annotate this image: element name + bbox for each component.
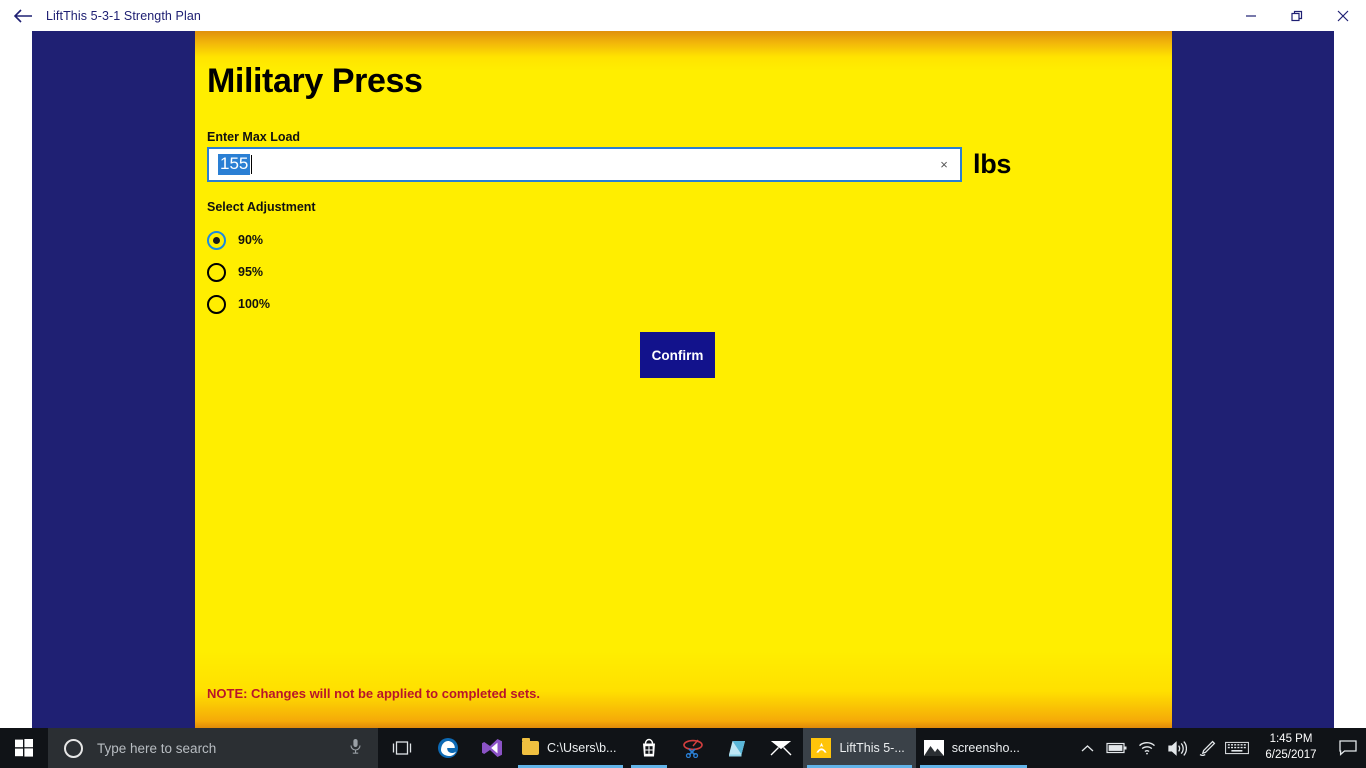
search-placeholder: Type here to search: [97, 740, 217, 756]
back-button[interactable]: [0, 0, 46, 31]
search-input[interactable]: Type here to search: [48, 728, 378, 768]
radio-option-90[interactable]: 90%: [207, 224, 270, 256]
taskbar-item-mail[interactable]: [759, 728, 803, 768]
liftthis-icon: [811, 738, 832, 758]
radio-option-95[interactable]: 95%: [207, 256, 270, 288]
content-page: Military Press Enter Max Load 155 × lbs …: [195, 31, 1172, 728]
cortana-circle-icon: [64, 738, 83, 758]
radio-mark-icon: [207, 262, 226, 282]
application-window: LiftThis 5-3-1 Strength Plan Military Pr…: [0, 0, 1366, 728]
radio-mark-icon: [207, 294, 226, 314]
windows-start-icon[interactable]: [0, 728, 48, 768]
keyboard-icon[interactable]: [1222, 728, 1252, 768]
title-bar: LiftThis 5-3-1 Strength Plan: [0, 0, 1366, 31]
taskbar-item-file-explorer[interactable]: C:\Users\b...: [514, 728, 627, 768]
system-tray: 1:45 PM 6/25/2017: [1072, 728, 1366, 768]
taskbar-item-photos[interactable]: screensho...: [916, 728, 1031, 768]
close-button[interactable]: [1320, 0, 1366, 31]
unit-label: lbs: [973, 149, 1012, 179]
taskbar-item-label: screensho...: [951, 741, 1020, 755]
max-load-label: Enter Max Load: [207, 130, 301, 144]
taskbar-item-edge[interactable]: [426, 728, 470, 768]
chevron-up-icon[interactable]: [1072, 728, 1102, 768]
action-center-icon[interactable]: [1330, 740, 1366, 756]
taskbar-item-label: LiftThis 5-...: [839, 741, 905, 755]
adjustment-radio-group: 90% 95% 100%: [207, 224, 270, 320]
taskbar-item-label: C:\Users\b...: [547, 741, 617, 755]
radio-option-100[interactable]: 100%: [207, 288, 270, 320]
taskbar-item-visual-studio[interactable]: [470, 728, 514, 768]
radio-mark-icon: [207, 230, 226, 250]
minimize-button[interactable]: [1228, 0, 1274, 31]
radio-label: 90%: [238, 233, 264, 247]
taskbar-item-snipping-tool[interactable]: [671, 728, 715, 768]
volume-icon[interactable]: [1162, 728, 1192, 768]
clock[interactable]: 1:45 PM 6/25/2017: [1252, 732, 1330, 763]
battery-icon[interactable]: [1102, 728, 1132, 768]
adjustment-label: Select Adjustment: [207, 200, 316, 214]
taskbar-item-sticky-notes[interactable]: [715, 728, 759, 768]
restore-button[interactable]: [1274, 0, 1320, 31]
max-load-row: 155 × lbs: [207, 147, 1011, 182]
window-title: LiftThis 5-3-1 Strength Plan: [46, 8, 201, 23]
max-load-input[interactable]: 155 ×: [207, 147, 962, 182]
window-controls: [1228, 0, 1366, 31]
task-view-icon[interactable]: [378, 728, 426, 768]
confirm-button[interactable]: Confirm: [640, 332, 715, 378]
microphone-icon[interactable]: [349, 738, 362, 759]
radio-label: 100%: [238, 297, 270, 311]
file-explorer-icon: [522, 738, 539, 755]
taskbar: Type here to search C:\Users\b... LiftTh…: [0, 728, 1366, 768]
max-load-value: 155: [218, 154, 251, 175]
text-caret: [251, 155, 253, 174]
radio-label: 95%: [238, 265, 264, 279]
pen-icon[interactable]: [1192, 728, 1222, 768]
clear-input-icon[interactable]: ×: [936, 157, 952, 173]
clock-time: 1:45 PM: [1269, 733, 1313, 746]
note-text: NOTE: Changes will not be applied to com…: [207, 686, 540, 701]
page-title: Military Press: [207, 62, 423, 100]
photos-icon: [923, 740, 944, 756]
wifi-icon[interactable]: [1132, 728, 1162, 768]
taskbar-item-liftthis[interactable]: LiftThis 5-...: [803, 728, 916, 768]
taskbar-item-microsoft-store[interactable]: [627, 728, 671, 768]
clock-date: 6/25/2017: [1265, 749, 1317, 761]
